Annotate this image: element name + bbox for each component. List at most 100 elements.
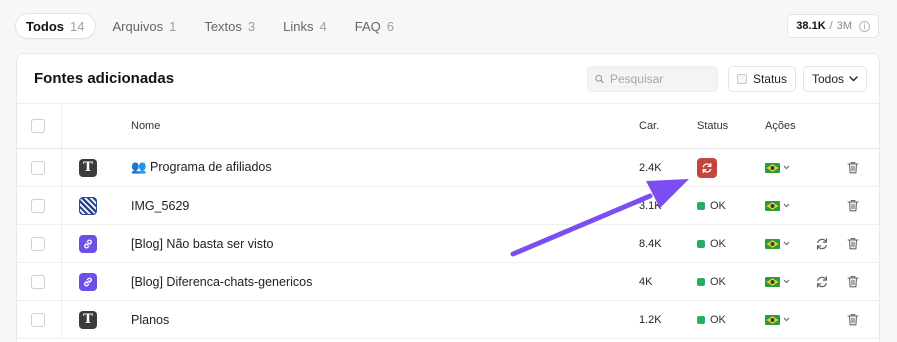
source-name[interactable]: Planos [131, 301, 169, 338]
tab-faq[interactable]: FAQ 6 [344, 13, 405, 39]
char-count: 8.4K [639, 237, 662, 250]
language-select[interactable] [765, 225, 790, 262]
ok-status-dot-icon [697, 277, 705, 286]
search-box[interactable] [586, 65, 718, 92]
ok-status-dot-icon [697, 201, 705, 210]
tab-links[interactable]: Links 4 [272, 13, 338, 39]
usage-quota: 38.1K / 3M i [787, 14, 879, 38]
status-badge: OK [697, 200, 726, 212]
header-chars[interactable]: Car. [639, 104, 659, 148]
language-select[interactable] [765, 149, 790, 186]
status-label: OK [710, 275, 726, 288]
row-checkbox[interactable] [31, 160, 45, 175]
row-checkbox[interactable] [31, 312, 45, 327]
tab-todos[interactable]: Todos 14 [15, 13, 96, 39]
column-divider [61, 263, 62, 300]
status-label: OK [710, 237, 726, 250]
source-name[interactable]: IMG_5629 [131, 187, 189, 224]
table-row[interactable]: [Blog] Diferenca-chats-genericos 4K OK [17, 263, 879, 301]
table-row[interactable]: T 👥 Programa de afiliados 2.4K [17, 149, 879, 187]
header-status[interactable]: Status [697, 104, 728, 148]
tab-label: Links [283, 18, 314, 34]
image-thumbnail-icon [79, 196, 97, 215]
link-source-icon [79, 234, 97, 253]
table-row[interactable]: T Planos 1.2K OK [17, 301, 879, 339]
char-count: 1.2K [639, 313, 662, 326]
language-select[interactable] [765, 263, 790, 300]
source-name[interactable]: [Blog] Diferenca-chats-genericos [131, 263, 312, 300]
sync-icon[interactable] [815, 237, 829, 251]
table-header: Nome Car. Status Ações [17, 104, 879, 149]
header-name[interactable]: Nome [131, 104, 160, 148]
column-divider [61, 149, 62, 186]
status-filter-toggle[interactable]: Status [727, 65, 796, 92]
chevron-down-icon [783, 279, 790, 284]
row-checkbox[interactable] [31, 198, 45, 213]
search-input[interactable] [609, 71, 710, 86]
chevron-down-icon [783, 317, 790, 322]
sources-card: Fontes adicionadas Status Todos [16, 53, 880, 342]
quota-used: 38.1K [796, 20, 826, 32]
language-select[interactable] [765, 187, 790, 224]
sync-icon[interactable] [815, 275, 829, 289]
trash-icon[interactable] [847, 275, 859, 288]
trash-icon[interactable] [847, 199, 859, 212]
trash-icon[interactable] [847, 161, 859, 174]
column-divider [61, 301, 62, 338]
card-title: Fontes adicionadas [34, 70, 175, 87]
row-checkbox[interactable] [31, 274, 45, 289]
tab-count: 4 [319, 18, 327, 34]
trash-icon[interactable] [847, 313, 859, 326]
row-checkbox[interactable] [31, 236, 45, 251]
type-select-value: Todos [811, 71, 844, 86]
ok-status-dot-icon [697, 315, 705, 324]
filter-tabs: Todos 14 Arquivos 1 Textos 3 Links 4 FAQ… [15, 13, 405, 39]
chevron-down-icon [783, 241, 790, 246]
quota-total: 3M [836, 20, 852, 32]
column-divider [61, 104, 62, 148]
language-select[interactable] [765, 301, 790, 338]
table-row[interactable]: IMG_5629 3.1K OK [17, 187, 879, 225]
status-filter-checkbox[interactable] [736, 73, 747, 84]
link-icon [84, 277, 92, 286]
chevron-down-icon [783, 203, 790, 208]
tab-textos[interactable]: Textos 3 [193, 13, 266, 39]
source-name[interactable]: [Blog] Não basta ser visto [131, 225, 273, 262]
status-error-retry-button[interactable] [697, 157, 717, 178]
brazil-flag-icon [765, 238, 780, 249]
brazil-flag-icon [765, 200, 780, 211]
info-icon[interactable]: i [859, 20, 870, 32]
status-badge: OK [697, 314, 726, 326]
type-select[interactable]: Todos [802, 65, 867, 92]
quota-separator: / [829, 20, 833, 32]
ok-status-dot-icon [697, 239, 705, 248]
tab-arquivos[interactable]: Arquivos 1 [102, 13, 188, 39]
status-filter-label: Status [752, 71, 787, 86]
table-row[interactable]: [Blog] Não basta ser visto 8.4K OK [17, 225, 879, 263]
tab-count: 14 [70, 18, 85, 34]
trash-icon[interactable] [847, 237, 859, 250]
brazil-flag-icon [765, 276, 780, 287]
chevron-down-icon [783, 165, 790, 170]
char-count: 2.4K [639, 161, 662, 174]
select-all-checkbox[interactable] [31, 119, 45, 133]
header-actions: Ações [765, 120, 796, 132]
search-icon [595, 74, 604, 83]
column-divider [61, 187, 62, 224]
tab-count: 3 [247, 18, 256, 34]
status-badge: OK [697, 238, 726, 250]
tab-label: Arquivos [112, 18, 164, 34]
brazil-flag-icon [765, 314, 780, 325]
tab-label: Textos [204, 18, 242, 34]
status-badge: OK [697, 276, 726, 288]
tab-label: FAQ [354, 18, 381, 34]
text-source-icon: T [79, 158, 97, 177]
char-count: 3.1K [639, 199, 662, 212]
card-header: Fontes adicionadas Status Todos [17, 54, 879, 104]
status-label: OK [710, 199, 726, 212]
status-label: OK [710, 313, 726, 326]
tab-count: 6 [386, 18, 394, 34]
source-name[interactable]: 👥 Programa de afiliados [131, 149, 272, 186]
page: Todos 14 Arquivos 1 Textos 3 Links 4 FAQ… [0, 0, 897, 342]
chevron-down-icon [849, 75, 858, 81]
